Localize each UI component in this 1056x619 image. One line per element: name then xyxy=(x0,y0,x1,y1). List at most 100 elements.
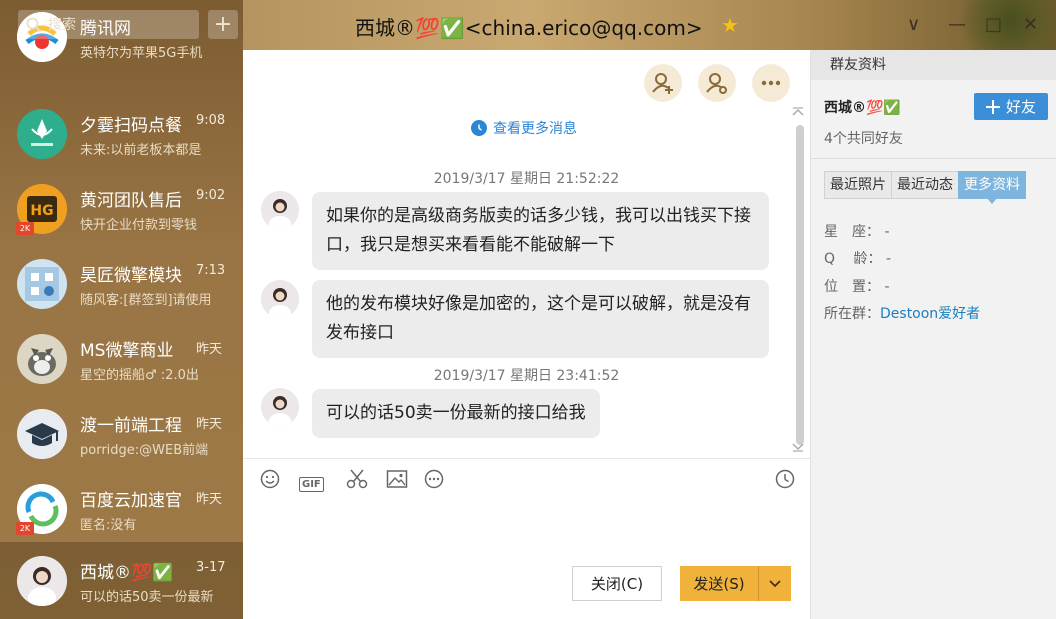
more-options-icon[interactable] xyxy=(424,469,444,494)
scroll-up-icon[interactable] xyxy=(792,106,804,120)
conversation-sidebar: + 腾讯网 英特尔为苹果5G手机 夕霎扫码点餐 9:08 未来:以前老板本都是 … xyxy=(0,0,243,619)
conversation-preview: 星空的摇船♂ :2.0出 xyxy=(80,368,199,383)
avatar xyxy=(17,334,67,384)
conversation-time: 昨天 xyxy=(196,417,223,432)
conversation-item[interactable]: 渡一前端工程 昨天 porridge:@WEB前端 xyxy=(0,397,243,472)
avatar xyxy=(17,259,67,309)
message-bubble: 如果你的是高级商务版卖的话多少钱，我可以出钱买下接口，我只是想买来看看能不能破解… xyxy=(312,192,769,270)
tab-recent-updates[interactable]: 最近动态 xyxy=(891,171,959,199)
add-member-icon[interactable] xyxy=(644,64,682,102)
add-friend-button[interactable]: 好友 xyxy=(974,93,1048,120)
conversation-preview: 英特尔为苹果5G手机 xyxy=(80,46,203,61)
conversation-item-active[interactable]: 西城®💯✅ 3-17 可以的话50卖一份最新 xyxy=(0,542,243,619)
history-icon[interactable] xyxy=(775,469,795,494)
panel-title: 群友资料 xyxy=(811,50,1056,80)
minimize-icon[interactable]: — xyxy=(948,14,966,35)
maximize-icon[interactable]: □ xyxy=(985,14,1002,35)
search-icon xyxy=(24,15,44,35)
dropdown-icon[interactable]: ∨ xyxy=(907,14,920,35)
2k-badge: 2K xyxy=(16,222,34,235)
conversation-name: 百度云加速官 xyxy=(80,491,182,511)
info-value: - xyxy=(885,251,891,267)
avatar xyxy=(261,280,299,318)
conversation-name: 渡一前端工程 xyxy=(80,416,182,436)
conversation-name: 夕霎扫码点餐 xyxy=(80,116,182,136)
conversation-name: 西城®💯✅ xyxy=(80,563,174,583)
chat-actions xyxy=(644,64,790,102)
conversation-item[interactable]: 2K 百度云加速官 昨天 匿名:没有 xyxy=(0,472,243,547)
tab-more-info[interactable]: 更多资料 xyxy=(958,171,1026,204)
conversation-time: 9:02 xyxy=(196,188,226,203)
group-link[interactable]: Destoon爱好者 xyxy=(880,306,980,322)
info-label: 所在群： xyxy=(824,306,880,322)
conversation-preview: 未来:以前老板本都是 xyxy=(80,143,202,158)
send-options-chevron-icon[interactable] xyxy=(758,566,791,601)
info-row-location: 位 置： - xyxy=(824,276,890,296)
conversation-time: 昨天 xyxy=(196,342,223,357)
conversation-item[interactable]: 夕霎扫码点餐 9:08 未来:以前老板本都是 xyxy=(0,97,243,172)
info-row-group: 所在群：Destoon爱好者 xyxy=(824,303,980,323)
add-button[interactable]: + xyxy=(208,10,238,39)
conversation-preview: 可以的话50卖一份最新 xyxy=(80,590,214,605)
conversation-time: 7:13 xyxy=(196,263,226,278)
scissors-icon[interactable] xyxy=(346,469,368,494)
conversation-item[interactable]: HG 2K 黄河团队售后 9:02 快开企业付款到零钱 xyxy=(0,172,243,247)
chat-title: 西城®💯✅<china.erico@qq.com> xyxy=(355,16,703,40)
conversation-name: 昊匠微擎模块 xyxy=(80,266,182,286)
conversation-time: 3-17 xyxy=(196,560,226,575)
plus-icon xyxy=(985,99,1000,114)
load-more-label: 查看更多消息 xyxy=(493,121,577,137)
conversation-time: 9:08 xyxy=(196,113,226,128)
search-input[interactable] xyxy=(48,16,188,33)
more-icon[interactable] xyxy=(752,64,790,102)
star-icon[interactable]: ★ xyxy=(721,13,739,37)
close-button[interactable]: 关闭(C) xyxy=(572,566,662,601)
info-label: 位 置： xyxy=(824,279,880,295)
info-value: - xyxy=(884,279,890,295)
info-label: Q 龄： xyxy=(824,251,882,267)
avatar xyxy=(17,109,67,159)
svg-text:HG: HG xyxy=(30,203,53,219)
close-icon[interactable]: ✕ xyxy=(1023,14,1038,35)
emoji-icon[interactable] xyxy=(260,469,280,494)
info-value: - xyxy=(884,224,890,240)
gif-icon[interactable]: GIF xyxy=(299,471,324,492)
scrollbar-thumb[interactable] xyxy=(796,125,804,445)
scroll-down-icon[interactable] xyxy=(792,441,804,455)
conversation-item[interactable]: 昊匠微擎模块 7:13 随风客:[群签到]请使用 xyxy=(0,247,243,322)
message-bubble: 他的发布模块好像是加密的，这个是可以破解，就是没有发布接口 xyxy=(312,280,769,358)
mutual-friends[interactable]: 4个共同好友 xyxy=(824,128,903,148)
conversation-name: MS微擎商业 xyxy=(80,341,174,361)
image-icon[interactable] xyxy=(386,469,408,494)
input-toolbar: GIF xyxy=(243,458,810,502)
conversation-time: 昨天 xyxy=(196,492,223,507)
search-box[interactable] xyxy=(18,10,199,39)
conversation-item[interactable]: MS微擎商业 昨天 星空的摇船♂ :2.0出 xyxy=(0,322,243,397)
tab-recent-photos[interactable]: 最近照片 xyxy=(824,171,892,199)
conversation-preview: 随风客:[群签到]请使用 xyxy=(80,293,212,308)
send-button[interactable]: 发送(S) xyxy=(680,566,791,601)
conversation-preview: porridge:@WEB前端 xyxy=(80,443,209,458)
member-profile-panel: 群友资料 西城®💯✅ 好友 4个共同好友 最近照片 最近动态 更多资料 星 座：… xyxy=(810,50,1056,619)
message-timestamp: 2019/3/17 星期日 23:41:52 xyxy=(433,368,620,384)
avatar xyxy=(17,409,67,459)
profile-icon[interactable] xyxy=(698,64,736,102)
window-titlebar: 西城®💯✅<china.erico@qq.com> ★ ∨ — □ ✕ xyxy=(243,0,1056,50)
info-row-qq-age: Q 龄： - xyxy=(824,248,891,268)
info-row-zodiac: 星 座： - xyxy=(824,221,890,241)
conversation-preview: 匿名:没有 xyxy=(80,518,137,533)
conversation-preview: 快开企业付款到零钱 xyxy=(80,218,198,233)
info-label: 星 座： xyxy=(824,224,880,240)
clock-icon xyxy=(471,120,487,136)
profile-tabs: 最近照片 最近动态 更多资料 xyxy=(824,171,1026,204)
divider xyxy=(811,158,1056,159)
load-more-messages[interactable]: 查看更多消息 xyxy=(471,118,577,138)
2k-badge: 2K xyxy=(16,522,34,535)
message-timestamp: 2019/3/17 星期日 21:52:22 xyxy=(433,171,620,187)
avatar xyxy=(261,191,299,229)
message-bubble: 可以的话50卖一份最新的接口给我 xyxy=(312,389,600,438)
gif-label: GIF xyxy=(299,477,324,492)
message-input[interactable] xyxy=(255,506,795,558)
avatar xyxy=(17,556,67,606)
send-label: 发送(S) xyxy=(693,575,745,593)
